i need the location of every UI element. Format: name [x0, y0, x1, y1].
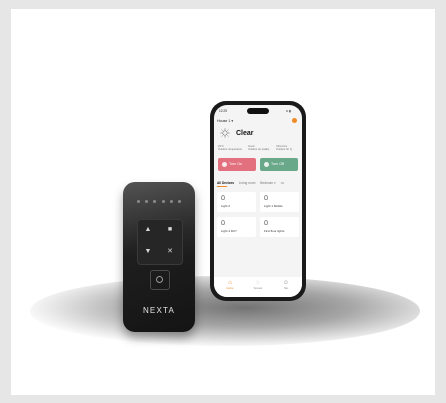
phone-screen: 12:25 •• ▮ House 1 ▾ Clear 25°C Outdoor …: [214, 105, 302, 297]
device-card[interactable]: Light 4 DC7: [217, 217, 256, 237]
active-tab-underline: [217, 186, 227, 187]
bulb-icon: [264, 195, 268, 200]
profile-avatar-icon: [292, 118, 297, 123]
nav-label: Scenes: [253, 287, 263, 290]
device-card[interactable]: Light 2: [217, 192, 256, 212]
nav-me[interactable]: ☺ Me: [276, 280, 296, 290]
stat-temperature: 25°C Outdoor temperature: [218, 145, 242, 151]
stat-label: Outdoor air quality: [248, 148, 270, 152]
remote-square-icon: ■: [167, 226, 173, 233]
nav-scenes[interactable]: ◌ Scenes: [248, 280, 268, 290]
tab-all-devices[interactable]: All Devices: [217, 181, 234, 185]
tab-more[interactable]: •••: [281, 181, 284, 185]
device-label: Light 2: [221, 204, 231, 208]
stat-air-quality: Good Outdoor air quality: [248, 145, 269, 151]
dynamic-island: [247, 108, 269, 114]
sun-icon: [220, 128, 230, 138]
bulb-icon: [264, 220, 268, 225]
stat-label: Outdoor Air Q: [276, 148, 292, 152]
remote-shuffle-icon: ✕: [167, 248, 173, 255]
remote-down-icon: ▼: [144, 248, 152, 255]
remote-indicator-dots: [137, 200, 181, 203]
home-selector: House 1 ▾: [217, 119, 234, 123]
device-label: Light 1 Mobile: [264, 204, 283, 208]
weather-condition: Clear: [236, 130, 254, 137]
bulb-icon: [221, 195, 225, 200]
home-icon: ⌂: [228, 280, 232, 286]
status-time: 12:25: [219, 109, 227, 113]
nav-label: Me: [284, 287, 288, 290]
remote-up-icon: ▲: [144, 226, 152, 233]
remote-sub-brand: · · · ·: [148, 316, 170, 320]
bulb-icon: [221, 220, 225, 225]
remote-brand: NEXTA: [142, 306, 176, 315]
turn-off-label: Turn Off: [271, 162, 284, 166]
nav-label: Home: [226, 287, 234, 290]
turn-off-button[interactable]: Turn Off: [260, 158, 298, 171]
remote-button-pad: ▲ ■ ▼ ✕: [137, 219, 183, 265]
stat-label: Outdoor temperature: [218, 148, 243, 152]
stat-air-q: Ultra Fine Outdoor Air Q: [276, 145, 292, 151]
remote-center-button: [150, 270, 170, 290]
device-label: Light 4 DC7: [221, 229, 237, 233]
turn-on-label: Turn On: [229, 162, 243, 166]
status-icons: •• ▮: [286, 109, 291, 113]
bottom-nav: ⌂ Home ◌ Scenes ☺ Me: [214, 277, 302, 297]
device-card[interactable]: First floor lights: [260, 217, 299, 237]
room-tabs: All Devices Living room Bedroom ▾ •••: [217, 181, 301, 185]
nav-home[interactable]: ⌂ Home: [220, 280, 240, 290]
device-card[interactable]: Light 1 Mobile: [260, 192, 299, 212]
tab-bedroom[interactable]: Bedroom ▾: [260, 181, 275, 185]
plug-icon: [264, 161, 269, 167]
plug-icon: [222, 161, 227, 167]
smartphone: 12:25 •• ▮ House 1 ▾ Clear 25°C Outdoor …: [210, 101, 306, 301]
remote-control: ▲ ■ ▼ ✕ NEXTA · · · ·: [123, 182, 195, 332]
scene-icon: ◌: [256, 280, 260, 286]
turn-on-button[interactable]: Turn On: [218, 158, 256, 171]
tab-living-room[interactable]: Living room: [239, 181, 255, 185]
profile-icon: ☺: [282, 280, 290, 286]
device-label: First floor lights: [264, 229, 285, 233]
